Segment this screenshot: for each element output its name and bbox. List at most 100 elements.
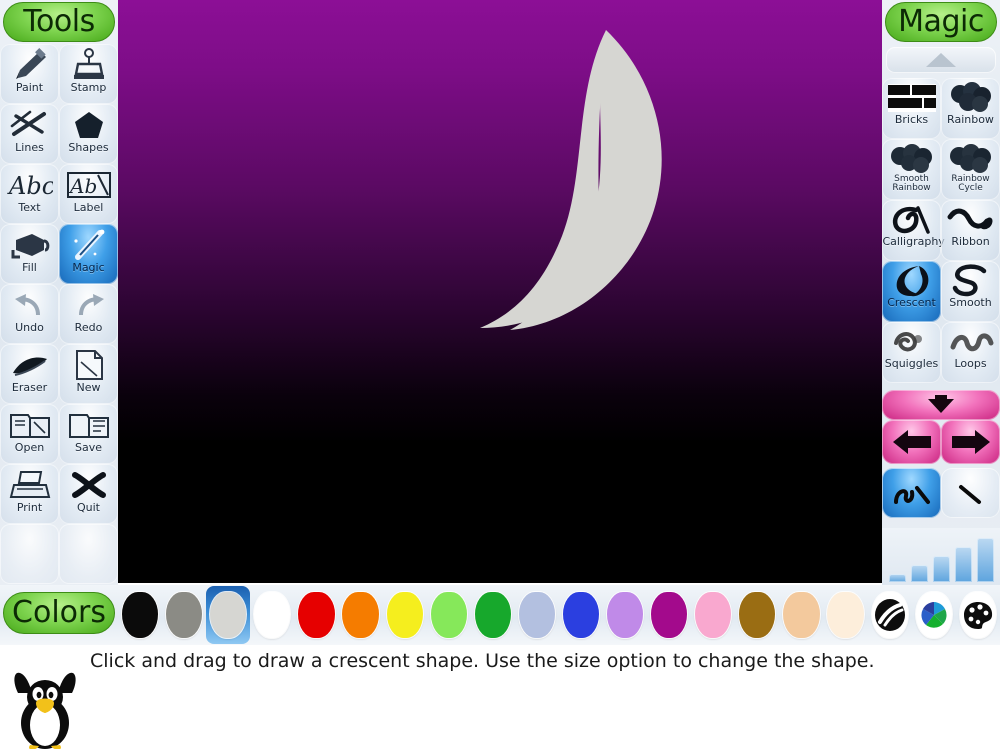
tool-lines[interactable]: Lines [0,104,59,164]
palette-button[interactable] [956,586,1000,644]
tools-panel: Tools Paint Stamp Lines Shapes Abc Text Ab Labe… [0,0,118,585]
magic-next-page-button[interactable] [941,420,1000,464]
tool-quit[interactable]: Quit [59,464,118,524]
status-area: Click and drag to draw a crescent shape.… [0,645,1000,750]
color-swatch-green[interactable] [471,586,515,644]
new-page-icon [63,344,115,382]
label-icon: Ab [63,164,115,202]
magic-label: Rainbow [947,113,994,126]
color-wheel-button[interactable] [912,586,956,644]
drawing-canvas[interactable] [118,0,882,583]
color-swatch-light-green[interactable] [427,586,471,644]
calligraphy-icon [886,200,938,236]
color-swatch-brown[interactable] [735,586,779,644]
tool-label: Eraser [11,381,48,394]
magic-calligraphy[interactable]: Calligraphy [882,200,945,261]
tool-eraser[interactable]: Eraser [0,344,59,404]
magic-rainbow-cycle[interactable]: Rainbow Cycle [941,139,1000,200]
color-swatch-light-gray[interactable] [206,586,251,644]
color-blob [739,592,776,638]
tool-open[interactable]: Open [0,404,59,464]
magic-label: Squiggles [884,357,939,370]
tool-label[interactable]: Ab Label [59,164,118,224]
colors-title-label: Colors [12,595,106,630]
magic-ribbon[interactable]: Ribbon [941,200,1000,261]
color-blob [474,592,511,638]
color-swatch-blue[interactable] [559,586,603,644]
tool-empty-slot [0,524,59,584]
color-swatch-pink[interactable] [691,586,735,644]
magic-bricks[interactable]: Bricks [882,78,941,139]
tool-label: Fill [22,261,37,274]
tool-magic[interactable]: Magic [59,224,118,284]
palette-icon [959,592,996,638]
color-blob [430,592,467,638]
magic-scroll-up-button[interactable] [886,47,996,73]
tool-new[interactable]: New [59,344,118,404]
tool-label: Print [16,501,43,514]
tool-text[interactable]: Abc Text [0,164,59,224]
color-swatch-cream[interactable] [824,586,868,644]
color-swatch-yellow[interactable] [383,586,427,644]
color-swatch-light-blue[interactable] [515,586,559,644]
color-swatch-black[interactable] [118,586,162,644]
magic-rainbow[interactable]: Rainbow [941,78,1000,139]
magic-squiggles[interactable]: Squiggles [882,322,941,383]
magic-mode-fill-button[interactable] [941,468,1000,518]
eraser-icon [4,344,56,382]
size-step-4[interactable] [954,547,972,582]
paint-mixer-button[interactable] [868,586,912,644]
color-swatch-red[interactable] [294,586,338,644]
open-folder-icon [4,404,56,442]
magic-prev-page-button[interactable] [882,420,941,464]
tool-fill[interactable]: Fill [0,224,59,284]
size-step-1[interactable] [888,574,906,582]
printer-icon [4,464,56,502]
color-swatch-gray[interactable] [162,586,206,644]
color-swatch-lavender[interactable] [603,586,647,644]
size-step-2[interactable] [910,565,928,582]
magic-mode-paint-button[interactable] [882,468,941,518]
magic-smooth-rainbow[interactable]: Smooth Rainbow [882,139,941,200]
tool-label: Lines [15,141,44,154]
color-blob [518,592,555,638]
crescent-moon-drawing [480,30,662,330]
tool-redo[interactable]: Redo [59,284,118,344]
tool-stamp[interactable]: Stamp [59,44,118,104]
size-selector[interactable] [882,528,1000,585]
magic-panel: Magic Bricks Rainbow Smooth Rainbow Rainbow… [882,0,1000,585]
magic-scroll-down-row [882,390,1000,420]
magic-label: Smooth [949,296,992,309]
magic-crescent[interactable]: Crescent [882,261,941,322]
color-blob [254,592,291,638]
color-swatch-tan[interactable] [779,586,823,644]
tool-print[interactable]: Print [0,464,59,524]
abc-text-icon: Abc [4,164,56,202]
paint-bucket-icon [4,224,56,262]
magic-loops[interactable]: Loops [941,322,1000,383]
tool-label: Open [14,441,45,454]
tool-undo[interactable]: Undo [0,284,59,344]
color-swatch-magenta[interactable] [647,586,691,644]
color-swatch-white[interactable] [250,586,294,644]
colors-panel-title: Colors [3,592,115,634]
size-step-3[interactable] [932,556,950,582]
tuxpaint-window: Tools Paint Stamp Lines Shapes Abc Text Ab Labe… [0,0,1000,750]
tool-shapes[interactable]: Shapes [59,104,118,164]
paint-stroke-icon [890,478,934,508]
tool-label: New [76,381,101,394]
color-swatch-orange[interactable] [338,586,382,644]
tool-label: Stamp [70,81,107,94]
arrow-left-icon [890,427,934,457]
color-blob [166,592,203,638]
tool-save[interactable]: Save [59,404,118,464]
size-step-5[interactable] [976,538,994,582]
tool-label: Magic [72,261,105,274]
magic-scroll-down-button[interactable] [882,390,1000,420]
tools-button-grid: Paint Stamp Lines Shapes Abc Text Ab Label Fill M… [0,44,118,584]
colors-bar: Colors [0,585,1000,645]
tool-paint[interactable]: Paint [0,44,59,104]
magic-smooth[interactable]: Smooth [941,261,1000,322]
magic-button-grid: Bricks Rainbow Smooth Rainbow Rainbow Cycle… [882,78,1000,383]
color-blob [298,592,335,638]
